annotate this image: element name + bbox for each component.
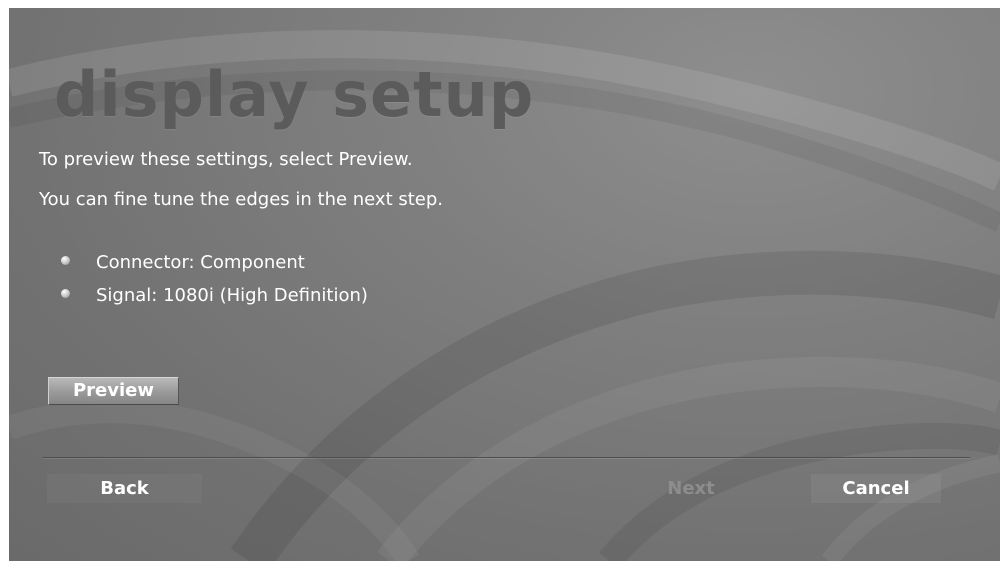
setting-label: Signal: 1080i (High Definition) [96,285,368,306]
instruction-fine-tune: You can fine tune the edges in the next … [39,189,444,210]
footer-divider [43,457,970,458]
cancel-button[interactable]: Cancel [811,474,941,503]
setting-label: Connector: Component [96,252,305,273]
setting-item-signal: Signal: 1080i (High Definition) [61,287,368,305]
bullet-icon [61,288,70,298]
page-title: display setup [54,58,535,131]
back-button[interactable]: Back [47,474,202,503]
next-button: Next [667,478,715,499]
bullet-icon [61,255,70,265]
instruction-preview: To preview these settings, select Previe… [39,149,413,170]
preview-button[interactable]: Preview [48,377,179,405]
display-setup-screen: display setup To preview these settings,… [9,8,1000,561]
setting-item-connector: Connector: Component [61,254,305,272]
